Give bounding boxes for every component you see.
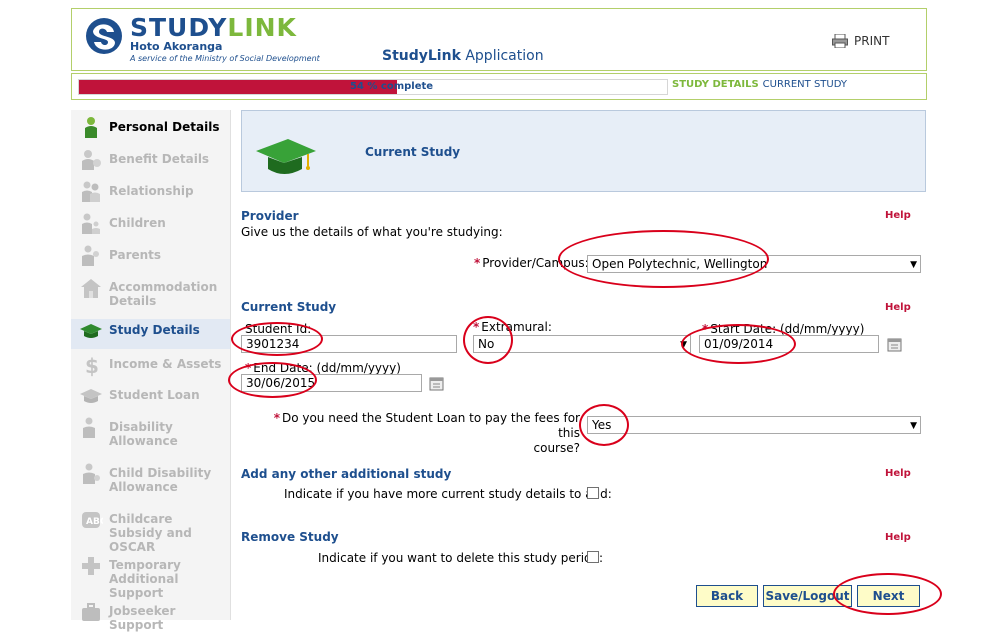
remove-study-help-link[interactable]: Help bbox=[885, 532, 911, 543]
graduation-cap-icon bbox=[80, 389, 102, 403]
disability-icon bbox=[83, 417, 95, 438]
student-loan-select[interactable]: Yes ▼ bbox=[587, 416, 921, 434]
progress-text: 54 % complete bbox=[350, 81, 434, 92]
sidebar-item-temporary-support[interactable]: Temporary Additional Support bbox=[71, 554, 230, 600]
graduation-cap-icon bbox=[80, 324, 102, 338]
parents-icon bbox=[82, 245, 99, 266]
progress-bar: 54 % complete bbox=[78, 79, 668, 95]
breadcrumb-page: CURRENT STUDY bbox=[762, 79, 847, 90]
svg-text:ABC: ABC bbox=[86, 517, 103, 527]
calendar-icon[interactable] bbox=[429, 375, 445, 391]
remove-study-section-title: Remove Study bbox=[241, 530, 339, 544]
current-study-section-title: Current Study bbox=[241, 300, 337, 314]
sidebar-item-childcare-subsidy[interactable]: ABC Childcare Subsidy and OSCAR bbox=[71, 508, 230, 554]
sidebar-item-relationship[interactable]: Relationship bbox=[71, 180, 230, 204]
print-button[interactable]: PRINT bbox=[832, 34, 889, 48]
print-label: PRINT bbox=[854, 34, 890, 48]
sidebar-item-disability-allowance[interactable]: Disability Allowance bbox=[71, 416, 230, 448]
provider-campus-label: * Provider/Campus: bbox=[474, 256, 589, 270]
graduation-cap-icon bbox=[256, 139, 316, 174]
end-date-field[interactable]: 30/06/2015 bbox=[241, 374, 422, 392]
site-header: STUDYLINK Hoto Akoranga A service of the… bbox=[71, 8, 927, 71]
breadcrumb: STUDY DETAILS CURRENT STUDY bbox=[672, 79, 847, 90]
briefcase-icon bbox=[82, 603, 100, 621]
additional-study-section-title: Add any other additional study bbox=[241, 467, 452, 481]
student-id-field[interactable]: 3901234 bbox=[241, 335, 457, 353]
sidebar-item-parents[interactable]: Parents bbox=[71, 244, 230, 268]
sidebar-item-child-disability[interactable]: Child Disability Allowance bbox=[71, 462, 230, 494]
additional-study-label: Indicate if you have more current study … bbox=[284, 487, 612, 501]
additional-study-help-link[interactable]: Help bbox=[885, 468, 911, 479]
blocks-icon: ABC bbox=[82, 512, 103, 528]
studylink-logo-icon bbox=[83, 15, 125, 60]
progress-box: 54 % complete STUDY DETAILS CURRENT STUDY bbox=[71, 73, 927, 100]
provider-help-link[interactable]: Help bbox=[885, 210, 911, 221]
back-button[interactable]: Back bbox=[696, 585, 758, 607]
logo-wordmark: STUDYLINK bbox=[130, 13, 297, 42]
chevron-down-icon: ▼ bbox=[680, 340, 687, 350]
sidebar: Personal Details Benefit Details Relatio… bbox=[71, 110, 231, 632]
sidebar-item-study-details[interactable]: Study Details bbox=[71, 319, 230, 349]
save-logout-button[interactable]: Save/Logout bbox=[763, 585, 852, 607]
logo-subtitle: Hoto Akoranga bbox=[130, 40, 223, 53]
remove-study-checkbox[interactable] bbox=[587, 551, 599, 563]
sidebar-item-student-loan[interactable]: Student Loan bbox=[71, 384, 230, 408]
child-disability-icon bbox=[83, 463, 100, 484]
benefit-icon bbox=[82, 150, 101, 170]
extramural-label: * Extramural: bbox=[473, 320, 552, 334]
sidebar-item-income-assets[interactable]: $ Income & Assets bbox=[71, 353, 230, 377]
calendar-icon[interactable] bbox=[887, 336, 903, 352]
sidebar-item-benefit-details[interactable]: Benefit Details bbox=[71, 148, 230, 172]
dollar-icon: $ bbox=[85, 354, 99, 377]
remove-study-label: Indicate if you want to delete this stud… bbox=[318, 551, 604, 565]
extramural-select[interactable]: No ▼ bbox=[473, 335, 691, 353]
svg-text:$: $ bbox=[85, 354, 99, 377]
chevron-down-icon: ▼ bbox=[910, 421, 917, 431]
additional-study-checkbox[interactable] bbox=[587, 487, 599, 499]
page-title: Current Study bbox=[365, 145, 461, 159]
house-icon bbox=[81, 279, 101, 298]
start-date-field[interactable]: 01/09/2014 bbox=[699, 335, 879, 353]
logo-tagline: A service of the Ministry of Social Deve… bbox=[130, 54, 320, 63]
children-icon bbox=[82, 213, 100, 234]
chevron-down-icon: ▼ bbox=[910, 260, 917, 270]
provider-intro-text: Give us the details of what you're study… bbox=[241, 225, 503, 239]
current-study-help-link[interactable]: Help bbox=[885, 302, 911, 313]
sidebar-item-jobseeker-support[interactable]: Jobseeker Support bbox=[71, 600, 230, 632]
student-loan-question: * Do you need the Student Loan to pay the… bbox=[273, 411, 580, 455]
end-date-label: * End Date: (dd/mm/yyyy) bbox=[245, 361, 401, 375]
person-icon bbox=[85, 117, 97, 138]
printer-icon bbox=[832, 34, 848, 48]
provider-campus-select[interactable]: Open Polytechnic, Wellington ▼ bbox=[587, 255, 921, 273]
student-id-label: Student Id: bbox=[245, 322, 312, 336]
page-header-panel: Current Study bbox=[241, 110, 926, 192]
provider-section-title: Provider bbox=[241, 209, 299, 223]
sidebar-item-personal-details[interactable]: Personal Details bbox=[71, 116, 230, 140]
sidebar-item-accommodation[interactable]: Accommodation Details bbox=[71, 276, 230, 308]
start-date-label: * Start Date: (dd/mm/yyyy) bbox=[702, 322, 865, 336]
relationship-icon bbox=[82, 181, 100, 202]
next-button[interactable]: Next bbox=[857, 585, 920, 607]
breadcrumb-section: STUDY DETAILS bbox=[672, 79, 759, 90]
sidebar-item-children[interactable]: Children bbox=[71, 212, 230, 236]
plus-icon bbox=[82, 557, 100, 575]
app-title: StudyLink Application bbox=[382, 48, 544, 64]
